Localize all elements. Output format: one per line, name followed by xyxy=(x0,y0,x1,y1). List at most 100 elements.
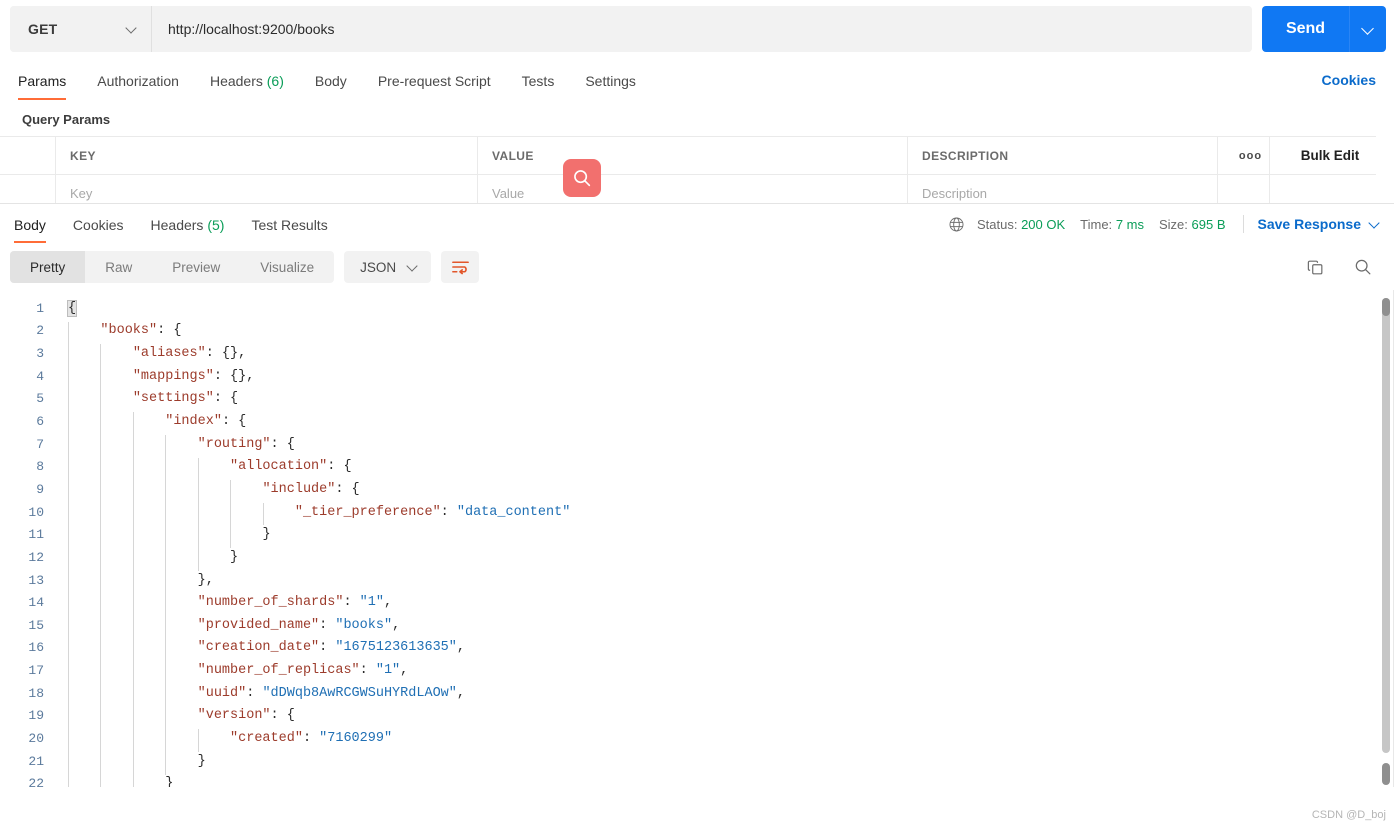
send-options-button[interactable] xyxy=(1350,6,1386,52)
param-value-input[interactable]: Value xyxy=(478,175,908,203)
line-number: 20 xyxy=(28,730,44,746)
tab-headers[interactable]: Headers (6) xyxy=(210,61,284,100)
cookies-link[interactable]: Cookies xyxy=(1322,72,1376,88)
code-text: "created": "7160299" xyxy=(58,731,392,746)
code-line: 1{ xyxy=(0,297,1394,320)
size-metric: Size: 695 B xyxy=(1159,217,1226,232)
json-value: "books" xyxy=(335,617,393,633)
request-bar: GET http://localhost:9200/books Send xyxy=(0,0,1394,58)
code-line: 12 } xyxy=(0,546,1394,569)
code-line: 17 "number_of_replicas": "1", xyxy=(0,659,1394,682)
response-meta: Status: 200 OK Time: 7 ms Size: 695 B Sa… xyxy=(948,215,1380,233)
code-line: 15 "provided_name": "books", xyxy=(0,614,1394,637)
json-punct: : xyxy=(246,685,263,701)
param-key-input[interactable]: Key xyxy=(56,175,478,203)
json-punct: , xyxy=(456,640,465,656)
json-punct: : {}, xyxy=(213,368,255,384)
params-more-options-button[interactable]: ooo xyxy=(1218,137,1270,174)
table-row[interactable]: Key Value Description xyxy=(0,174,1376,203)
response-tab-test-results[interactable]: Test Results xyxy=(251,207,327,242)
code-line: 16 "creation_date": "1675123613635", xyxy=(0,637,1394,660)
row-checkbox-cell[interactable] xyxy=(0,175,56,203)
line-number: 3 xyxy=(36,346,44,362)
response-headers-count: (5) xyxy=(207,216,225,233)
indent-guide xyxy=(132,412,134,787)
code-text: "aliases": {}, xyxy=(58,346,246,361)
response-view-toolbar: Pretty Raw Preview Visualize JSON xyxy=(0,244,1394,290)
view-mode-pretty[interactable]: Pretty xyxy=(10,251,86,283)
body-scrollbar-track[interactable] xyxy=(1382,298,1390,753)
send-button[interactable]: Send xyxy=(1262,6,1350,52)
code-text: } xyxy=(58,527,270,542)
line-number: 1 xyxy=(36,300,44,316)
line-number: 16 xyxy=(28,640,44,656)
response-body-code-viewer[interactable]: 1{2 "books": {3 "aliases": {}, 4 "mapping… xyxy=(0,290,1394,787)
response-tab-body[interactable]: Body xyxy=(14,207,46,243)
chevron-down-icon xyxy=(1370,219,1380,229)
search-icon-highlight-overlay[interactable] xyxy=(563,159,601,197)
ellipsis-icon: ooo xyxy=(1238,149,1263,162)
copy-button[interactable] xyxy=(1298,252,1332,282)
view-mode-visualize[interactable]: Visualize xyxy=(240,251,334,283)
json-punct: : { xyxy=(327,459,352,475)
tab-label: Body xyxy=(314,72,347,89)
code-text: "number_of_shards": "1", xyxy=(58,595,392,610)
indent-guide xyxy=(165,434,167,775)
search-body-button[interactable] xyxy=(1346,252,1380,282)
tab-pre-request-script[interactable]: Pre-request Script xyxy=(378,61,491,100)
response-tab-headers[interactable]: Headers (5) xyxy=(151,207,225,242)
row-more-cell[interactable] xyxy=(1218,175,1270,203)
param-description-input[interactable]: Description xyxy=(908,175,1218,203)
word-wrap-button[interactable] xyxy=(441,251,480,283)
json-punct: : xyxy=(319,640,336,656)
view-toolbar-actions xyxy=(1284,252,1380,282)
indent-guide xyxy=(68,321,69,787)
json-key: "number_of_replicas" xyxy=(197,663,360,679)
tab-authorization[interactable]: Authorization xyxy=(97,61,179,100)
url-group: GET http://localhost:9200/books xyxy=(10,6,1252,52)
body-scrollbar-thumb[interactable] xyxy=(1382,298,1390,316)
response-format-label: JSON xyxy=(360,259,397,275)
column-header-value: VALUE xyxy=(478,137,908,174)
json-key: "_tier_preference" xyxy=(294,504,441,520)
http-method-label: GET xyxy=(28,21,58,37)
tab-label: Cookies xyxy=(72,216,124,233)
line-number: 12 xyxy=(28,549,44,565)
view-mode-preview[interactable]: Preview xyxy=(152,251,240,283)
json-value: "1" xyxy=(359,595,384,611)
tab-label: Tests xyxy=(521,72,555,89)
line-number: 4 xyxy=(36,368,44,384)
tab-params[interactable]: Params xyxy=(18,61,67,100)
json-key: "settings" xyxy=(132,391,214,407)
tab-settings[interactable]: Settings xyxy=(585,61,636,100)
view-mode-raw[interactable]: Raw xyxy=(85,251,152,283)
http-method-select[interactable]: GET xyxy=(10,6,152,52)
bulk-edit-button[interactable]: Bulk Edit xyxy=(1270,137,1376,174)
tab-label: Params xyxy=(18,72,67,89)
query-params-table-wrap: KEY VALUE DESCRIPTION ooo Bulk Edit Key … xyxy=(0,136,1394,203)
code-text: "allocation": { xyxy=(58,459,352,474)
select-all-cell[interactable] xyxy=(0,137,56,174)
code-line: 22 } xyxy=(0,772,1394,787)
body-scrollbar-bottom-thumb[interactable] xyxy=(1382,763,1390,785)
json-key: "creation_date" xyxy=(197,640,320,656)
save-response-button[interactable]: Save Response xyxy=(1258,216,1381,232)
json-punct: , xyxy=(400,663,409,679)
code-text: "settings": { xyxy=(58,391,238,406)
response-format-select[interactable]: JSON xyxy=(344,251,432,283)
line-number: 14 xyxy=(28,595,44,611)
url-input[interactable]: http://localhost:9200/books xyxy=(152,6,1252,52)
response-tab-cookies[interactable]: Cookies xyxy=(73,207,124,242)
code-text: { xyxy=(58,299,78,317)
tab-tests[interactable]: Tests xyxy=(522,61,555,100)
json-key: "aliases" xyxy=(132,346,206,362)
indent-guide xyxy=(197,457,199,571)
meta-divider xyxy=(1242,215,1244,233)
code-line: 5 "settings": { xyxy=(0,388,1394,411)
code-line: 10 "_tier_preference": "data_content" xyxy=(0,501,1394,524)
code-text: "include": { xyxy=(58,482,359,497)
line-number: 6 xyxy=(36,414,44,430)
tab-body[interactable]: Body xyxy=(315,61,347,100)
view-mode-segmented-control: Pretty Raw Preview Visualize xyxy=(10,251,335,283)
json-key: "created" xyxy=(230,730,303,746)
